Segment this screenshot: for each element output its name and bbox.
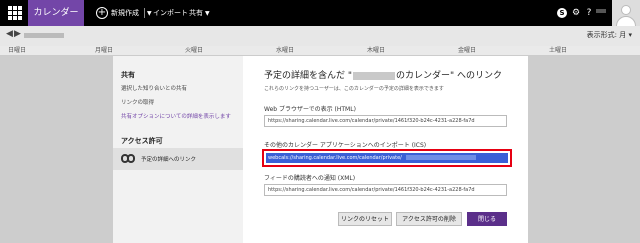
user-name-blurred <box>596 9 606 13</box>
html-label: Web ブラウザーでの表示 (HTML) <box>264 106 356 113</box>
dialog-main: 予定の詳細を含んだ " のカレンダー" へのリンク これらのリンクを持つユーザーは… <box>243 56 528 243</box>
view-mode-label: 表示形式: 月 <box>586 31 627 39</box>
weekday-label: 金曜日 <box>458 47 477 54</box>
skype-icon[interactable]: S <box>557 8 567 18</box>
plus-icon: + <box>96 7 108 19</box>
divider <box>144 8 145 18</box>
html-link-field[interactable]: https://sharing.calendar.live.com/calend… <box>264 115 507 127</box>
gear-icon[interactable]: ⚙ <box>571 8 581 18</box>
view-mode-selector[interactable]: 表示形式: 月 ▾ <box>587 30 632 40</box>
reset-link-button[interactable]: リンクのリセット <box>338 212 392 226</box>
chevron-down-icon: ▾ <box>628 31 632 39</box>
weekday-label: 水曜日 <box>276 47 295 54</box>
top-bar: カレンダー + 新規作成 ▼ インポート 共有 ▼ S ⚙ ? <box>0 0 640 26</box>
app-launcher-icon[interactable] <box>8 6 22 20</box>
app-title[interactable]: カレンダー <box>28 0 84 26</box>
calendar-nav: ◀ ▶ 表示形式: 月 ▾ <box>0 26 640 46</box>
xml-label: フィードの購読者への通知 (XML) <box>264 175 356 182</box>
access-heading: アクセス許可 <box>121 137 163 145</box>
chevron-down-icon: ▼ <box>205 10 210 17</box>
dialog-title-prefix: 予定の詳細を含んだ " <box>264 71 353 81</box>
ics-label: その他のカレンダー アプリケーションへのインポート (ICS) <box>264 142 427 149</box>
ics-link-field[interactable]: webcals://sharing.calendar.live.com/cale… <box>266 153 508 163</box>
share-heading: 共有 <box>121 71 135 79</box>
dialog-title-suffix: のカレンダー" へのリンク <box>396 71 503 81</box>
previous-arrow-icon[interactable]: ◀ <box>6 29 13 39</box>
dialog-title: 予定の詳細を含んだ " のカレンダー" へのリンク <box>264 68 502 81</box>
link-icon <box>121 154 135 163</box>
weekday-label: 土曜日 <box>549 47 568 54</box>
remove-permission-button[interactable]: アクセス許可の削除 <box>396 212 462 226</box>
close-button[interactable]: 閉じる <box>467 212 507 226</box>
share-menu-label: 共有 <box>189 9 203 17</box>
xml-link-field[interactable]: https://sharing.calendar.live.com/calend… <box>264 184 507 196</box>
weekday-label: 火曜日 <box>185 47 204 54</box>
help-icon[interactable]: ? <box>584 8 594 18</box>
dialog-sidebar: 共有 選択した知り合いとの共有 リンクの取得 共有オプションについての詳細を表示… <box>113 56 243 243</box>
sidebar-item-event-details-link[interactable]: 予定の詳細へのリンク <box>113 148 243 170</box>
share-menu[interactable]: 共有 ▼ <box>189 0 210 26</box>
weekday-label: 月曜日 <box>95 47 114 54</box>
new-button-label: 新規作成 <box>111 9 139 17</box>
dialog-description: これらのリンクを持つユーザーは、このカレンダーの予定の詳細を表示できます <box>264 86 444 92</box>
ics-highlight-box: webcals://sharing.calendar.live.com/cale… <box>262 149 512 167</box>
import-link[interactable]: インポート <box>153 0 188 26</box>
ics-link-blurred <box>405 155 476 160</box>
next-arrow-icon[interactable]: ▶ <box>14 29 21 39</box>
share-options-info-link[interactable]: 共有オプションについての詳細を表示します <box>121 112 231 120</box>
sidebar-item-label: 予定の詳細へのリンク <box>141 157 197 163</box>
calendar-name-blurred <box>353 71 396 80</box>
weekday-label: 木曜日 <box>367 47 386 54</box>
weekday-header: 日曜日 月曜日 火曜日 水曜日 木曜日 金曜日 土曜日 <box>0 46 640 56</box>
new-button[interactable]: + 新規作成 ▼ <box>96 6 152 20</box>
share-with-people-link[interactable]: 選択した知り合いとの共有 <box>121 84 187 92</box>
avatar[interactable] <box>612 0 640 26</box>
weekday-label: 日曜日 <box>8 47 27 54</box>
chevron-down-icon[interactable]: ▼ <box>147 10 152 17</box>
ics-link-text: webcals://sharing.calendar.live.com/cale… <box>268 155 402 161</box>
get-link-link[interactable]: リンクの取得 <box>121 98 154 106</box>
month-title-blurred <box>24 33 64 38</box>
